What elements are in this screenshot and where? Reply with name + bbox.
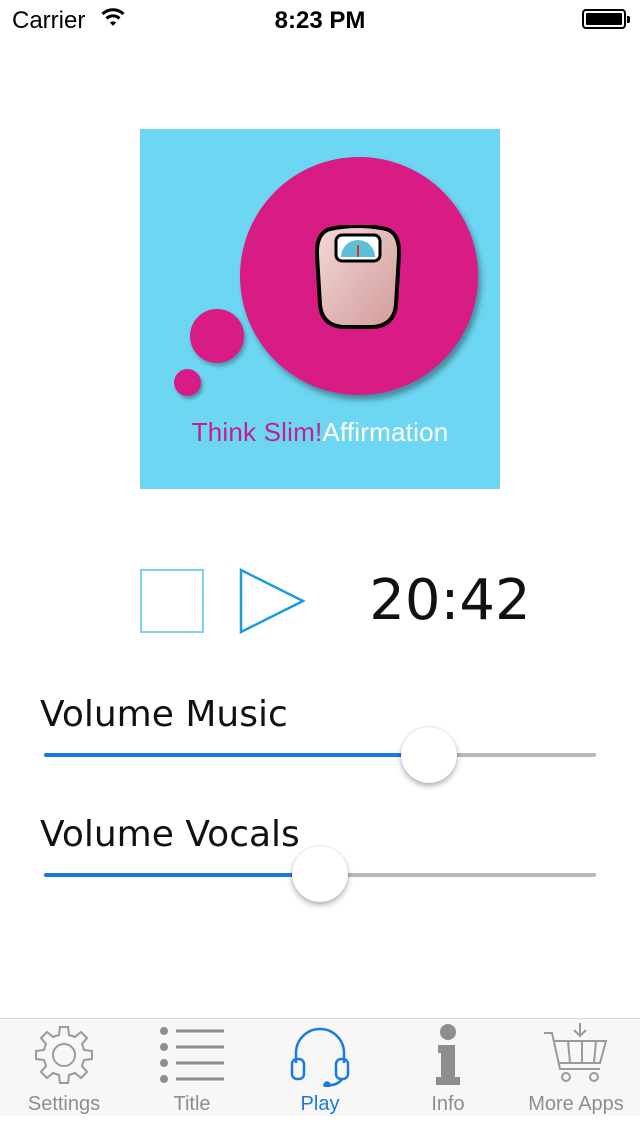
- volume-vocals-label: Volume Vocals: [40, 814, 300, 855]
- gear-icon: [35, 1026, 93, 1084]
- thought-bubble-medium: [190, 309, 244, 363]
- tab-play-label: Play: [300, 1093, 340, 1115]
- tab-title-label: Title: [173, 1093, 211, 1115]
- tab-more-apps[interactable]: More Apps: [512, 1019, 640, 1117]
- thought-bubble-small: [174, 369, 201, 396]
- bottom-margin: [0, 1116, 640, 1136]
- album-title: Think Slim!Affirmation: [140, 417, 500, 448]
- tab-settings-label: Settings: [27, 1093, 101, 1115]
- volume-music-slider-thumb[interactable]: [401, 727, 458, 783]
- volume-vocals-slider-fill: [44, 873, 320, 877]
- volume-vocals-slider-thumb[interactable]: [292, 846, 348, 902]
- volume-music-slider-track[interactable]: [44, 753, 596, 757]
- battery-icon: [582, 9, 630, 29]
- play-button[interactable]: [238, 567, 308, 635]
- tab-title[interactable]: Title: [128, 1019, 256, 1117]
- tab-info-label: Info: [431, 1093, 465, 1115]
- play-icon: [239, 567, 306, 635]
- tab-settings[interactable]: Settings: [0, 1019, 128, 1117]
- album-title-affirmation: Affirmation: [322, 417, 449, 447]
- volume-music-slider-fill: [44, 753, 430, 757]
- playback-timer: 20:42: [369, 568, 531, 633]
- tab-play[interactable]: Play: [256, 1019, 384, 1117]
- tab-info[interactable]: Info: [384, 1019, 512, 1117]
- headphones-icon: [290, 1027, 350, 1087]
- stop-button[interactable]: [140, 569, 204, 633]
- album-title-think-slim: Think Slim!: [191, 417, 323, 447]
- status-bar: Carrier 8:23 PM: [0, 0, 640, 40]
- bathroom-scale-icon: [314, 225, 402, 329]
- album-art: Think Slim!Affirmation: [140, 129, 500, 489]
- volume-music-label: Volume Music: [40, 694, 288, 735]
- status-time: 8:23 PM: [274, 7, 366, 34]
- list-icon: [160, 1027, 224, 1083]
- tab-bar: Settings Title Play Info More Apps: [0, 1018, 640, 1116]
- info-icon: [436, 1024, 460, 1085]
- cart-icon: [544, 1023, 608, 1082]
- tab-more-apps-label: More Apps: [528, 1093, 624, 1115]
